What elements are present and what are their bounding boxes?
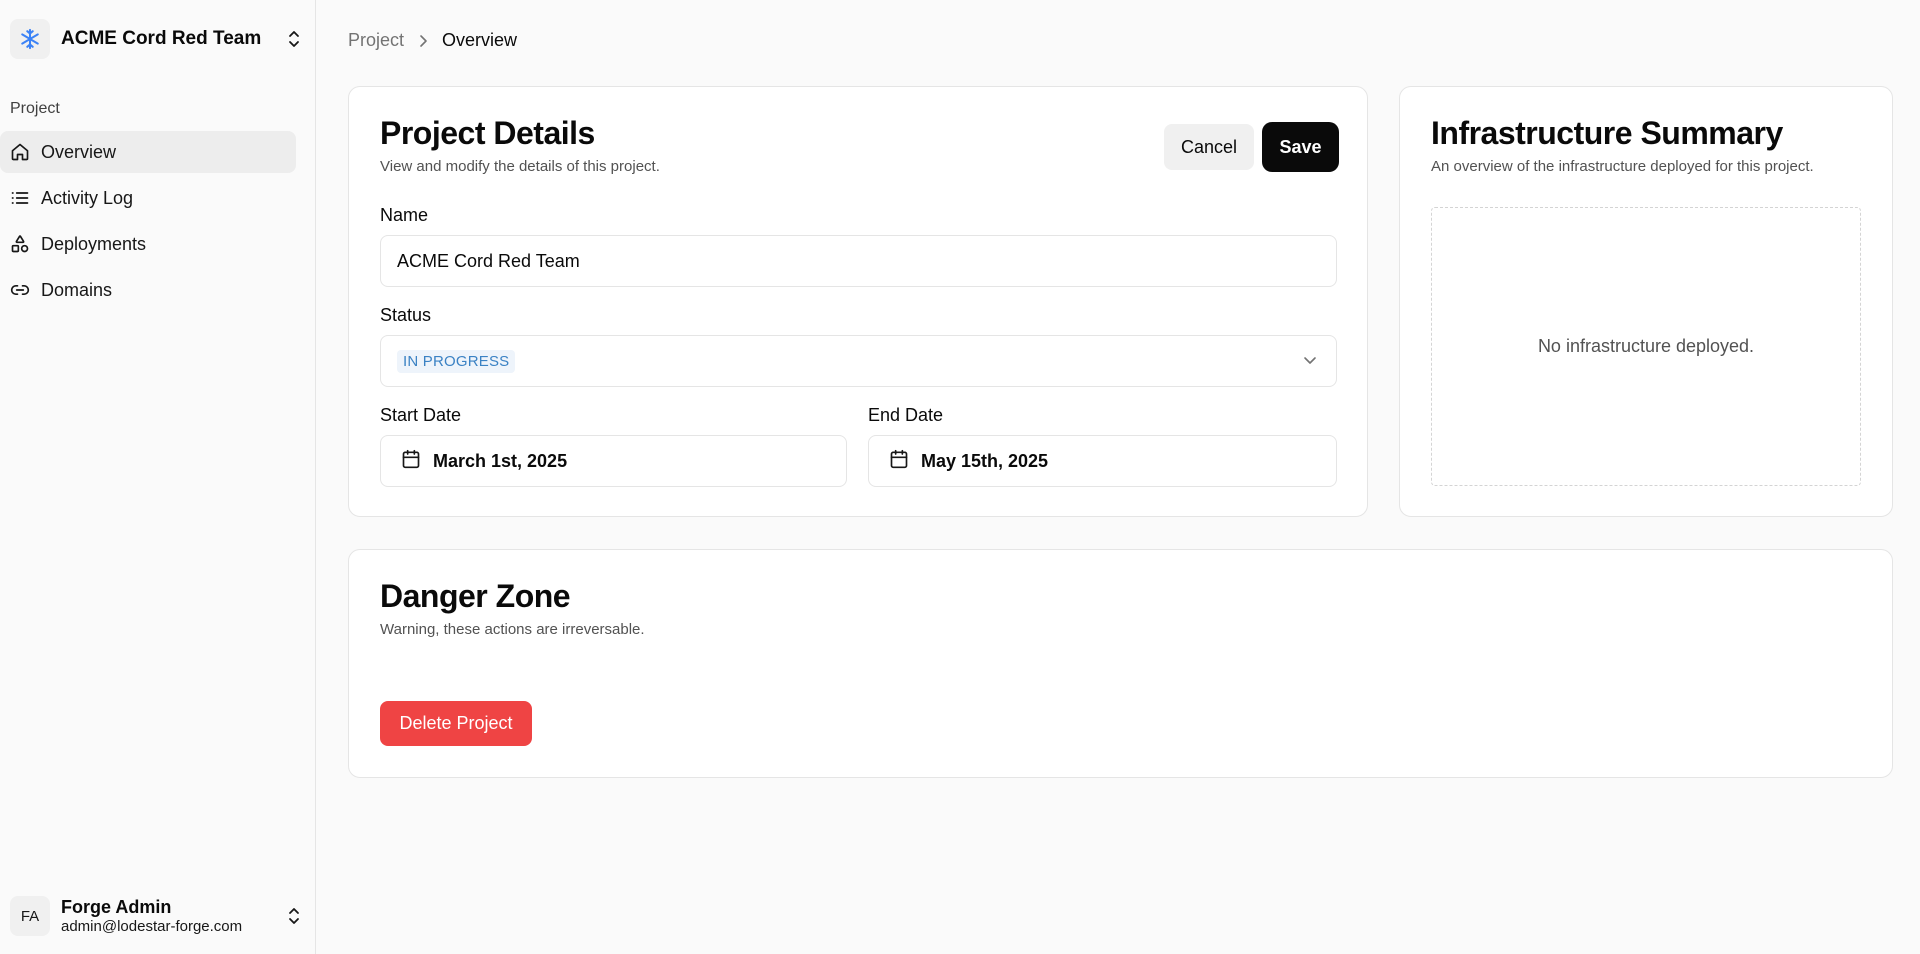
snowflake-icon — [21, 28, 39, 50]
project-details-description: View and modify the details of this proj… — [380, 158, 660, 175]
sidebar-item-overview[interactable]: Overview — [0, 131, 296, 173]
project-details-title: Project Details — [380, 115, 595, 151]
sidebar-item-label: Deployments — [41, 233, 147, 254]
start-date-label: Start Date — [380, 405, 462, 425]
calendar-icon — [889, 449, 909, 474]
sidebar-item-label: Domains — [41, 279, 113, 300]
name-label: Name — [380, 205, 429, 225]
chevrons-up-down-icon — [282, 27, 306, 51]
team-logo — [10, 19, 50, 59]
team-name: ACME Cord Red Team — [61, 28, 262, 49]
chevron-right-icon — [418, 34, 428, 48]
end-date-label: End Date — [868, 405, 944, 425]
danger-zone-description: Warning, these actions are irreversable. — [380, 621, 645, 638]
infrastructure-empty-state: No infrastructure deployed. — [1431, 207, 1861, 486]
end-date-picker[interactable]: May 15th, 2025 — [868, 435, 1337, 487]
user-name: Forge Admin — [61, 897, 172, 917]
shapes-icon — [10, 234, 30, 254]
start-date-picker[interactable]: March 1st, 2025 — [380, 435, 847, 487]
status-label: Status — [380, 305, 432, 325]
breadcrumb-current: Overview — [442, 30, 518, 50]
end-date-value: May 15th, 2025 — [921, 450, 1049, 471]
sidebar-item-label: Activity Log — [41, 187, 134, 208]
calendar-icon — [401, 449, 421, 474]
home-icon — [10, 142, 30, 162]
team-switcher[interactable]: ACME Cord Red Team — [10, 18, 306, 60]
sidebar-nav: Overview Activity Log Deployments Domain… — [0, 131, 316, 315]
chevrons-up-down-icon — [282, 904, 306, 928]
chevron-down-icon — [1302, 352, 1318, 373]
sidebar-item-label: Overview — [41, 141, 117, 162]
danger-zone-card: Danger Zone Warning, these actions are i… — [348, 549, 1893, 778]
breadcrumb-project-link[interactable]: Project — [348, 30, 404, 51]
start-date-value: March 1st, 2025 — [433, 450, 568, 471]
list-icon — [10, 188, 30, 208]
status-select[interactable]: IN PROGRESS — [380, 335, 1337, 387]
breadcrumb: Project Overview — [348, 30, 517, 51]
infrastructure-title: Infrastructure Summary — [1431, 115, 1783, 151]
user-switcher[interactable]: FA Forge Admin admin@lodestar-forge.com — [10, 893, 306, 939]
sidebar: ACME Cord Red Team Project Overview Acti… — [0, 0, 316, 954]
link-icon — [10, 280, 30, 300]
infrastructure-description: An overview of the infrastructure deploy… — [1431, 158, 1814, 175]
danger-zone-title: Danger Zone — [380, 578, 571, 614]
sidebar-item-deployments[interactable]: Deployments — [0, 223, 296, 265]
nav-group-label: Project — [10, 100, 60, 117]
project-details-card: Project Details View and modify the deta… — [348, 86, 1368, 517]
avatar: FA — [10, 896, 50, 936]
status-badge: IN PROGRESS — [397, 349, 516, 373]
delete-project-button[interactable]: Delete Project — [380, 701, 532, 746]
sidebar-item-domains[interactable]: Domains — [0, 269, 296, 311]
cancel-button[interactable]: Cancel — [1164, 124, 1254, 170]
name-input[interactable] — [380, 235, 1337, 287]
sidebar-item-activity-log[interactable]: Activity Log — [0, 177, 296, 219]
infrastructure-summary-card: Infrastructure Summary An overview of th… — [1399, 86, 1893, 517]
save-button[interactable]: Save — [1264, 124, 1337, 170]
user-email: admin@lodestar-forge.com — [61, 918, 243, 935]
